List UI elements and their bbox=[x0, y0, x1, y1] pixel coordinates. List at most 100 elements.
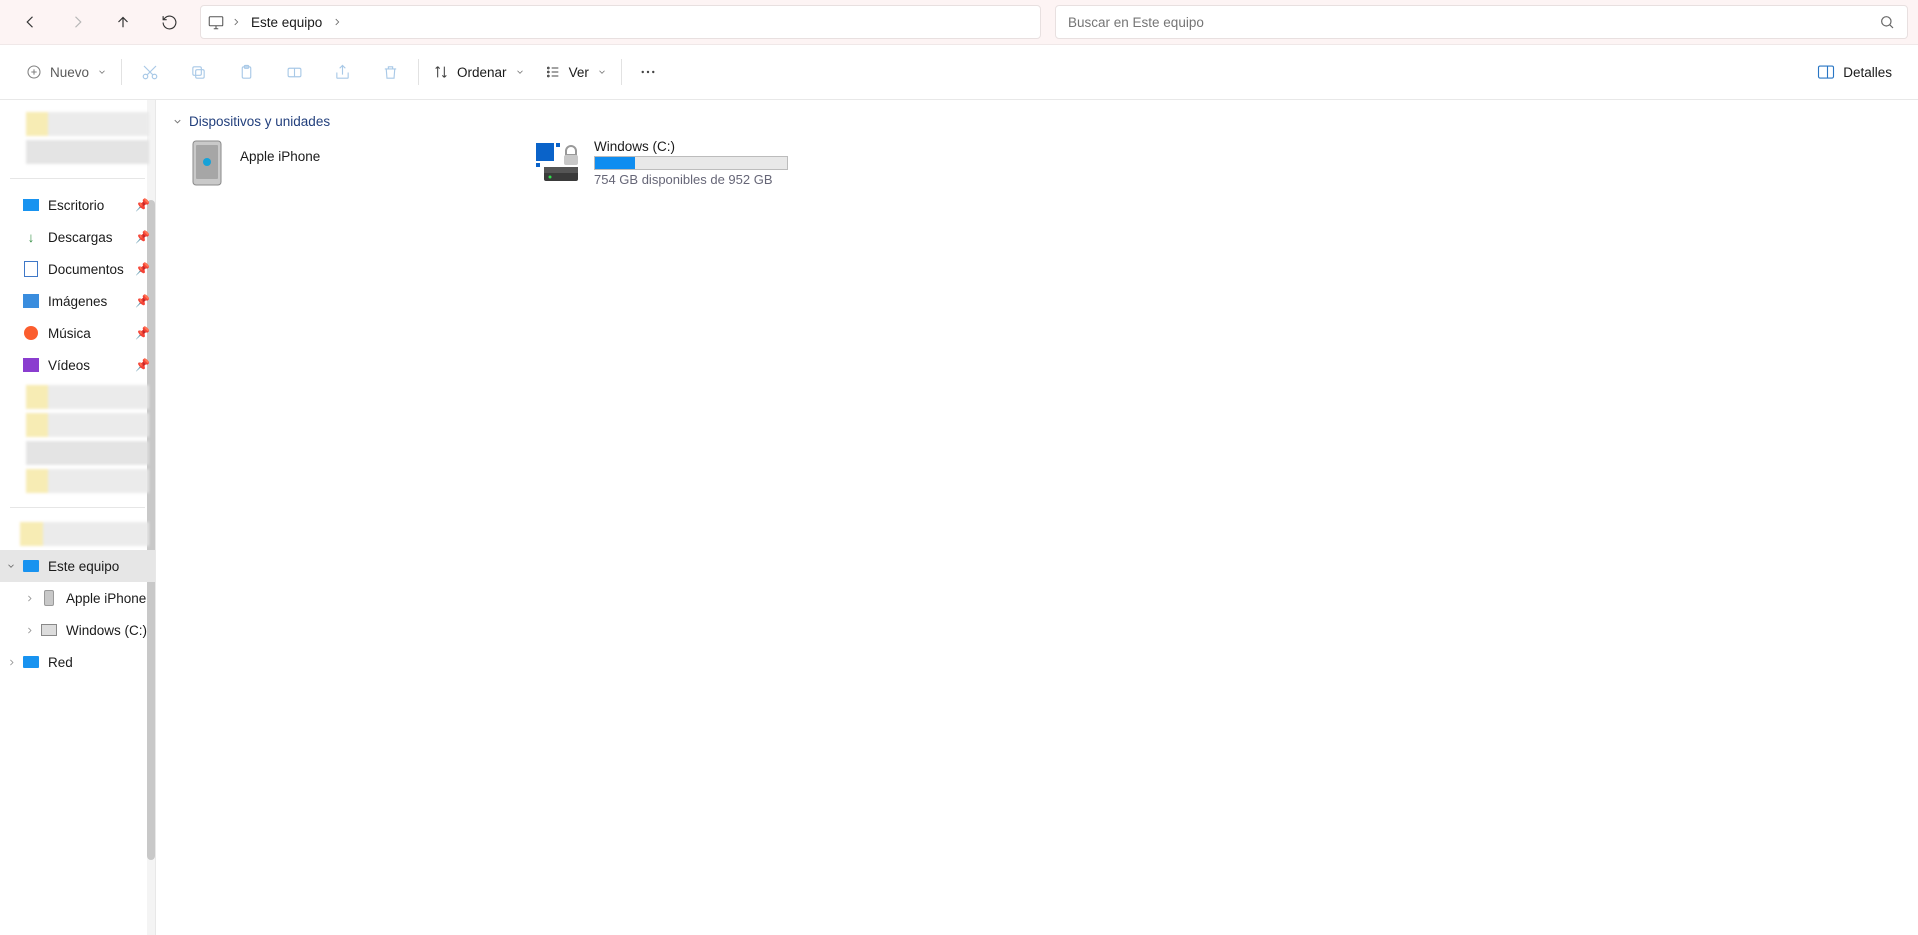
details-pane-icon bbox=[1817, 64, 1835, 80]
sidebar-item-label: Música bbox=[48, 326, 135, 341]
expand-toggle[interactable] bbox=[0, 561, 22, 571]
search-icon[interactable] bbox=[1879, 14, 1895, 30]
pin-icon: 📌 bbox=[135, 262, 149, 276]
sidebar-item-thispc[interactable]: Este equipo bbox=[0, 550, 155, 582]
drive-icon bbox=[536, 139, 580, 187]
videos-icon bbox=[22, 356, 40, 374]
disk-icon bbox=[40, 621, 58, 639]
chevron-right-icon[interactable] bbox=[332, 17, 342, 27]
item-name: Windows (C:) bbox=[594, 139, 826, 154]
separator bbox=[418, 59, 419, 85]
pin-icon: 📌 bbox=[135, 294, 149, 308]
sidebar-item-label: Descargas bbox=[48, 230, 135, 245]
group-header[interactable]: Dispositivos y unidades bbox=[172, 108, 1902, 139]
refresh-button[interactable] bbox=[148, 3, 190, 41]
sidebar-item-videos[interactable]: Vídeos 📌 bbox=[0, 349, 155, 381]
expand-toggle[interactable] bbox=[18, 594, 40, 603]
copy-button[interactable] bbox=[174, 54, 222, 90]
thispc-icon bbox=[207, 14, 225, 30]
forward-button[interactable] bbox=[56, 3, 98, 41]
sidebar-item-label: Documentos bbox=[48, 262, 135, 277]
phone-icon bbox=[188, 139, 226, 187]
sidebar-item-descargas[interactable]: ↓ Descargas 📌 bbox=[0, 221, 155, 253]
search-input[interactable] bbox=[1068, 15, 1879, 30]
drive-usage-fill bbox=[595, 157, 635, 169]
group-header-label: Dispositivos y unidades bbox=[189, 114, 330, 129]
pin-icon: 📌 bbox=[135, 358, 149, 372]
sidebar-item-imagenes[interactable]: Imágenes 📌 bbox=[0, 285, 155, 317]
sidebar-item-escritorio[interactable]: Escritorio 📌 bbox=[0, 189, 155, 221]
address-bar[interactable]: Este equipo bbox=[200, 5, 1041, 39]
details-pane-button[interactable]: Detalles bbox=[1807, 54, 1902, 90]
view-button[interactable]: Ver bbox=[535, 54, 617, 90]
sort-label: Ordenar bbox=[457, 65, 507, 80]
network-icon bbox=[22, 653, 40, 671]
new-button[interactable]: Nuevo bbox=[16, 54, 117, 90]
redacted-item bbox=[26, 469, 149, 493]
separator bbox=[121, 59, 122, 85]
redacted-item bbox=[26, 140, 149, 164]
sort-button[interactable]: Ordenar bbox=[423, 54, 535, 90]
pictures-icon bbox=[22, 292, 40, 310]
sidebar-item-documentos[interactable]: Documentos 📌 bbox=[0, 253, 155, 285]
sidebar-item-musica[interactable]: Música 📌 bbox=[0, 317, 155, 349]
up-button[interactable] bbox=[102, 3, 144, 41]
device-item-iphone[interactable]: Apple iPhone bbox=[188, 139, 478, 187]
delete-icon bbox=[382, 64, 399, 81]
item-name: Apple iPhone bbox=[240, 139, 478, 164]
sidebar-item-label: Escritorio bbox=[48, 198, 135, 213]
more-button[interactable] bbox=[626, 54, 670, 90]
sidebar-item-cdrive[interactable]: Windows (C:) bbox=[0, 614, 155, 646]
sidebar-item-label: Este equipo bbox=[48, 559, 149, 574]
paste-icon bbox=[238, 64, 255, 81]
view-label: Ver bbox=[569, 65, 589, 80]
paste-button[interactable] bbox=[222, 54, 270, 90]
main-content[interactable]: Dispositivos y unidades Apple iPhone bbox=[156, 100, 1918, 935]
sort-icon bbox=[433, 64, 449, 80]
sidebar-item-label: Vídeos bbox=[48, 358, 135, 373]
redacted-item bbox=[26, 441, 149, 465]
sidebar[interactable]: Escritorio 📌 ↓ Descargas 📌 Documentos 📌 … bbox=[0, 100, 156, 935]
rename-icon bbox=[286, 64, 303, 81]
share-button[interactable] bbox=[318, 54, 366, 90]
music-icon bbox=[22, 324, 40, 342]
drive-free-text: 754 GB disponibles de 952 GB bbox=[594, 172, 826, 187]
copy-icon bbox=[190, 64, 207, 81]
back-button[interactable] bbox=[10, 3, 52, 41]
rename-button[interactable] bbox=[270, 54, 318, 90]
address-bar-row: Este equipo bbox=[0, 0, 1918, 45]
search-bar[interactable] bbox=[1055, 5, 1908, 39]
expand-toggle[interactable] bbox=[18, 626, 40, 635]
drive-item-c[interactable]: Windows (C:) 754 GB disponibles de 952 G… bbox=[536, 139, 826, 187]
cut-icon bbox=[141, 63, 159, 81]
downloads-icon: ↓ bbox=[22, 228, 40, 246]
sidebar-item-label: Windows (C:) bbox=[66, 623, 149, 638]
chevron-down-icon bbox=[515, 67, 525, 77]
divider bbox=[10, 507, 145, 508]
pin-icon: 📌 bbox=[135, 230, 149, 244]
sidebar-item-iphone[interactable]: Apple iPhone bbox=[0, 582, 155, 614]
details-label: Detalles bbox=[1843, 65, 1892, 80]
documents-icon bbox=[22, 260, 40, 278]
desktop-icon bbox=[22, 196, 40, 214]
view-icon bbox=[545, 64, 561, 80]
breadcrumb-segment[interactable]: Este equipo bbox=[247, 15, 326, 30]
pin-icon: 📌 bbox=[135, 326, 149, 340]
sidebar-item-network[interactable]: Red bbox=[0, 646, 155, 678]
pin-icon: 📌 bbox=[135, 198, 149, 212]
divider bbox=[10, 178, 145, 179]
drive-usage-free bbox=[635, 157, 787, 169]
more-icon bbox=[639, 63, 657, 81]
phone-icon bbox=[40, 589, 58, 607]
cut-button[interactable] bbox=[126, 54, 174, 90]
drive-usage-bar bbox=[594, 156, 788, 170]
share-icon bbox=[334, 64, 351, 81]
redacted-item bbox=[26, 385, 149, 409]
sidebar-item-label: Apple iPhone bbox=[66, 591, 149, 606]
breadcrumb-label: Este equipo bbox=[251, 15, 322, 30]
items-grid: Apple iPhone Windows (C:) bbox=[172, 139, 1902, 187]
delete-button[interactable] bbox=[366, 54, 414, 90]
redacted-item bbox=[26, 413, 149, 437]
expand-toggle[interactable] bbox=[0, 658, 22, 667]
chevron-right-icon[interactable] bbox=[231, 17, 241, 27]
